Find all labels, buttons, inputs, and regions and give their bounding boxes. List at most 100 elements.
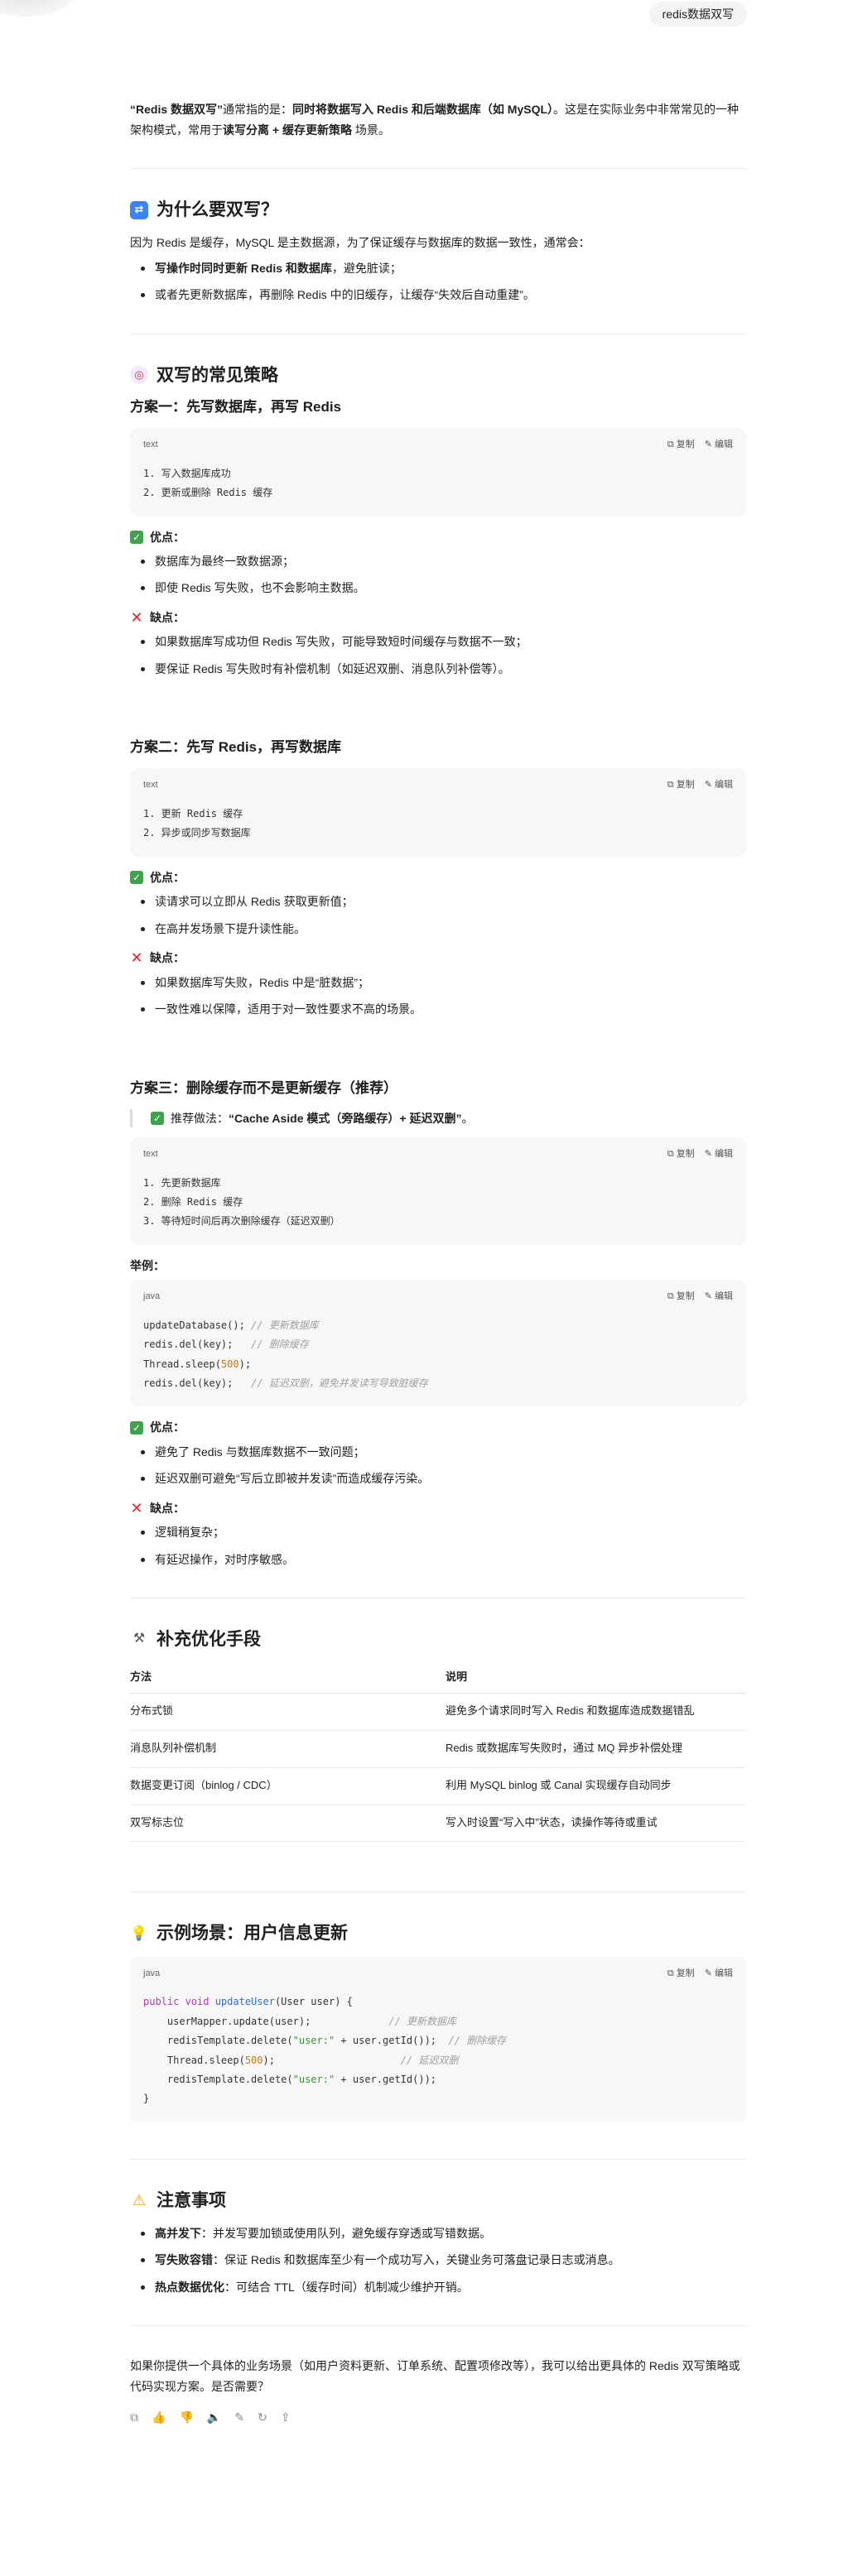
copy-button[interactable]: ⧉ 复制: [667, 1967, 695, 1982]
code-content: 1. 先更新数据库 2. 删除 Redis 缓存 3. 等待短时间后再次删除缓存（延…: [143, 1176, 340, 1228]
share-icon[interactable]: ⇪: [281, 2408, 291, 2426]
code-actions: ⧉ 复制 ✎ 编辑: [667, 1967, 733, 1982]
pros-list: 读请求可以立即从 Redis 获取更新值； 在高并发场景下提升读性能。: [130, 892, 746, 939]
pros-list: 数据库为最终一致数据源； 即使 Redis 写失败，也不会影响主数据。: [130, 551, 746, 598]
code-header: text ⧉ 复制 ✎ 编辑: [143, 438, 733, 453]
copy-icon[interactable]: ⧉: [130, 2408, 138, 2426]
section-why-title: ⇄ 为什么要双写？: [130, 199, 746, 221]
list-item: 一致性难以保障，适用于对一致性要求不高的场景。: [130, 999, 746, 1020]
copy-icon: ⧉: [667, 440, 674, 450]
code-header: text ⧉ 复制 ✎ 编辑: [143, 1147, 733, 1162]
list-item: 在高并发场景下提升读性能。: [130, 919, 746, 940]
code-language: text: [143, 780, 158, 791]
section-notes-title: ⚠ 注意事项: [130, 2189, 746, 2212]
user-message-bubble: redis数据双写: [648, 2, 747, 27]
list-item: 如果数据库写失败，Redis 中是“脏数据”；: [130, 973, 746, 993]
cons-label: ✕ 缺点：: [130, 1499, 185, 1516]
edit-button[interactable]: ✎ 编辑: [705, 1967, 733, 1982]
list-item: 写操作时同时更新 Redis 和数据库，避免脏读；: [130, 258, 746, 279]
section-strategies-title: ◎ 双写的常见策略: [130, 364, 746, 387]
cross-icon: ✕: [130, 1499, 143, 1516]
list-item: 避免了 Redis 与数据库数据不一致问题；: [130, 1442, 746, 1463]
edit-button[interactable]: ✎ 编辑: [705, 438, 733, 453]
list-item: 要保证 Redis 写失败时有补偿机制（如延迟双删、消息队列补偿等）。: [130, 659, 746, 680]
code-content: updateDatabase(); // 更新数据库 redis.del(key)…: [143, 1319, 428, 1389]
check-icon: ✓: [130, 530, 143, 544]
code-actions: ⧉ 复制 ✎ 编辑: [667, 778, 733, 793]
lightbulb-icon: 💡: [130, 1925, 148, 1944]
java-code-block: java ⧉ 复制 ✎ 编辑 public void updateUser(User…: [130, 1956, 746, 2122]
thumbs-up-icon[interactable]: 👍: [152, 2408, 166, 2426]
pros-label: ✓ 优点：: [130, 1418, 746, 1436]
regenerate-icon[interactable]: ↻: [258, 2408, 267, 2426]
edit-button[interactable]: ✎ 编辑: [705, 778, 733, 793]
code-content: 1. 更新 Redis 缓存 2. 异步或同步写数据库: [143, 808, 251, 839]
list-item: 有延迟操作，对时序敏感。: [130, 1550, 746, 1570]
section-strategies-heading: 双写的常见策略: [157, 365, 278, 385]
swirl-icon: ◎: [130, 366, 148, 385]
plan2-title: 方案二：先写 Redis，再写数据库: [130, 739, 342, 756]
code-language: java: [143, 1291, 161, 1302]
intro-scenario: 读写分离 + 缓存更新策略: [223, 123, 352, 137]
list-item: 延迟双删可避免“写后立即被并发读”而造成缓存污染。: [130, 1468, 746, 1489]
check-icon: ✓: [130, 871, 143, 884]
section-example-heading: 示例场景：用户信息更新: [157, 1924, 348, 1944]
tools-icon: ⚒: [130, 1630, 148, 1649]
copy-button[interactable]: ⧉ 复制: [667, 778, 695, 793]
code-language: text: [143, 440, 158, 450]
message-actions: ⧉ 👍 👎 🔈 ✎ ↻ ⇪: [130, 2408, 746, 2426]
copy-icon: ⧉: [667, 1149, 674, 1160]
edit-button[interactable]: ✎ 编辑: [705, 1147, 733, 1162]
list-item: 即使 Redis 写失败，也不会影响主数据。: [130, 578, 746, 598]
cons-label: ✕ 缺点：: [130, 609, 185, 627]
corner-shadow: [0, 0, 75, 17]
code-content: public void updateUser(User user) { user…: [143, 1996, 507, 2105]
edit-icon: ✎: [704, 1149, 712, 1160]
table-row: 分布式锁 避免多个请求同时写入 Redis 和数据库造成数据错乱: [130, 1693, 746, 1732]
code-block: text ⧉ 复制 ✎ 编辑 1. 更新 Redis 缓存 2. 异步或同步写数据库: [130, 768, 746, 857]
copy-icon: ⧉: [667, 780, 674, 791]
edit-icon: ✎: [704, 780, 712, 791]
cons-label: ✕ 缺点：: [130, 949, 185, 967]
copy-button[interactable]: ⧉ 复制: [667, 438, 695, 453]
list-item: 热点数据优化：可结合 TTL（缓存时间）机制减少维护开销。: [130, 2277, 746, 2298]
table-header: 说明: [446, 1662, 746, 1694]
table-header-row: 方法 说明: [130, 1662, 746, 1694]
copy-button[interactable]: ⧉ 复制: [667, 1290, 695, 1305]
cons-list: 逻辑稍复杂； 有延迟操作，对时序敏感。: [130, 1522, 746, 1569]
edit-icon[interactable]: ✎: [234, 2408, 244, 2426]
section-example-title: 💡 示例场景：用户信息更新: [130, 1922, 746, 1944]
intro-term: “Redis 数据双写”: [130, 103, 224, 116]
code-actions: ⧉ 复制 ✎ 编辑: [667, 1147, 733, 1162]
section-notes-heading: 注意事项: [157, 2190, 226, 2210]
intro-text: 通常指的是：: [223, 103, 293, 116]
code-actions: ⧉ 复制 ✎ 编辑: [667, 438, 733, 453]
why-list: 写操作时同时更新 Redis 和数据库，避免脏读； 或者先更新数据库，再删除 R…: [130, 258, 746, 305]
code-actions: ⧉ 复制 ✎ 编辑: [667, 1290, 733, 1305]
divider: [130, 2325, 746, 2327]
cons-list: 如果数据库写成功但 Redis 写失败，可能导致短时间缓存与数据不一致； 要保证…: [130, 632, 746, 679]
list-item: 写失败容错：保证 Redis 和数据库至少有一个成功写入，关键业务可落盘记录日志…: [130, 2250, 746, 2271]
section-optimize-heading: 补充优化手段: [157, 1630, 261, 1650]
closing-paragraph: 如果你提供一个具体的业务场景（如用户资料更新、订单系统、配置项修改等），我可以给…: [130, 2359, 740, 2393]
edit-button[interactable]: ✎ 编辑: [705, 1290, 733, 1305]
section-optimize-title: ⚒ 补充优化手段: [130, 1628, 746, 1651]
optimize-table: 方法 说明 分布式锁 避免多个请求同时写入 Redis 和数据库造成数据错乱 消息…: [130, 1662, 746, 1843]
code-block: text ⧉ 复制 ✎ 编辑 1. 先更新数据库 2. 删除 Redis 缓存 3. 等…: [130, 1137, 746, 1245]
copy-button[interactable]: ⧉ 复制: [667, 1147, 695, 1162]
code-block: text ⧉ 复制 ✎ 编辑 1. 写入数据库成功 2. 更新或删除 Redis 缓存: [130, 428, 746, 517]
plan3-title: 方案三：删除缓存而不是更新缓存（推荐）: [130, 1079, 398, 1096]
list-item: 高并发下：并发写要加锁或使用队列，避免缓存穿透或写错数据。: [130, 2223, 746, 2244]
assistant-response: “Redis 数据双写”通常指的是：同时将数据写入 Redis 和后端数据库（如…: [130, 99, 746, 2427]
thumbs-down-icon[interactable]: 👎: [179, 2408, 193, 2426]
check-icon: ✓: [151, 1111, 164, 1125]
speaker-icon[interactable]: 🔈: [207, 2408, 221, 2426]
pros-label: ✓ 优点：: [130, 868, 746, 887]
divider: [130, 168, 746, 169]
list-item: 数据库为最终一致数据源；: [130, 551, 746, 572]
intro-definition: 同时将数据写入 Redis 和后端数据库（如 MySQL）: [292, 103, 554, 116]
list-item: 如果数据库写成功但 Redis 写失败，可能导致短时间缓存与数据不一致；: [130, 632, 746, 652]
plan1-title: 方案一：先写数据库，再写 Redis: [130, 399, 342, 416]
pros-list: 避免了 Redis 与数据库数据不一致问题； 延迟双删可避免“写后立即被并发读”…: [130, 1442, 746, 1489]
code-header: java ⧉ 复制 ✎ 编辑: [143, 1967, 733, 1982]
